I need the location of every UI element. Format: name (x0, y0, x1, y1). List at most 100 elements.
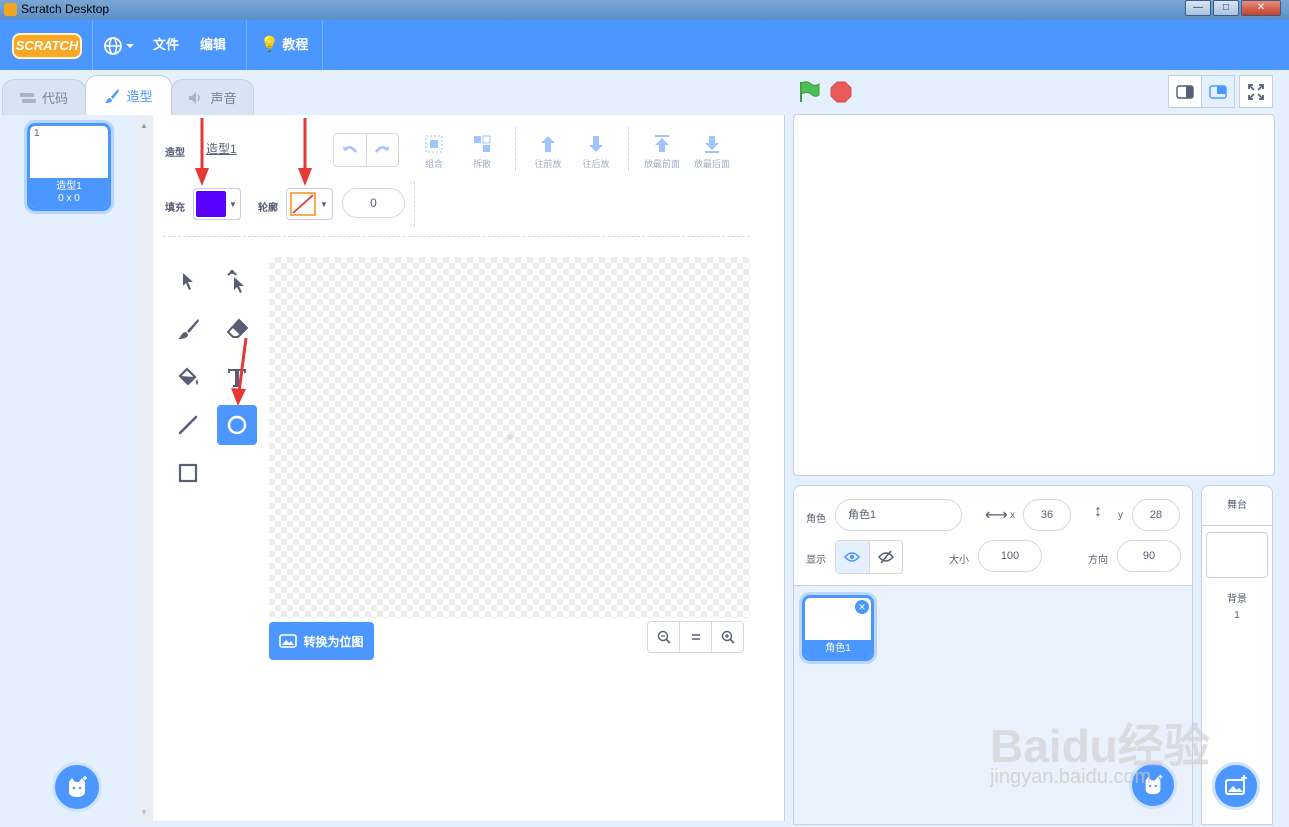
zoom-out-button[interactable] (648, 622, 680, 652)
sprite-info: 角色 角色1 ⟷ x 36 ↕ y 28 显示 大小 100 方向 90 (794, 486, 1192, 586)
costume-list-scrollbar[interactable]: ▲ ▼ (136, 115, 153, 821)
costume-name-label: 造型 (165, 148, 185, 159)
line-tool[interactable] (168, 405, 208, 445)
minimize-button[interactable]: — (1185, 0, 1211, 16)
paint-canvas[interactable] (269, 257, 750, 618)
y-label: y (1118, 510, 1123, 521)
code-blocks-icon (19, 92, 36, 103)
reshape-tool[interactable] (217, 261, 257, 301)
undo-button[interactable] (334, 134, 367, 166)
undo-redo-group (333, 133, 399, 167)
line-icon (178, 415, 198, 435)
costume-size: 0 x 0 (58, 193, 80, 204)
size-label: 大小 (949, 555, 969, 566)
arrow-down-icon (589, 136, 603, 152)
choose-sprite-button[interactable] (1129, 761, 1177, 809)
group-icon (425, 135, 443, 153)
fill-color-swatch (196, 191, 226, 217)
convert-label: 转换为位图 (303, 634, 364, 649)
forward-button[interactable]: 往前放 (531, 133, 565, 170)
tutorials-label: 教程 (282, 37, 309, 52)
zoom-in-icon (721, 630, 735, 644)
tab-costumes-label: 造型 (126, 89, 153, 104)
paint-bucket-icon (178, 367, 198, 386)
size-input[interactable]: 100 (978, 540, 1042, 572)
edit-menu[interactable]: 编辑 (200, 20, 226, 70)
sprite-name-input[interactable]: 角色1 (835, 499, 962, 531)
brush-tool[interactable] (168, 309, 208, 349)
sprite-pane: 角色 角色1 ⟷ x 36 ↕ y 28 显示 大小 100 方向 90 ✕ 角… (793, 485, 1193, 825)
backdrop-count: 1 (1234, 610, 1240, 621)
green-flag-icon (800, 81, 820, 102)
normal-stage-button[interactable] (1201, 75, 1235, 108)
backward-button[interactable]: 往后放 (579, 133, 613, 170)
ungroup-button[interactable]: 拆散 (467, 133, 497, 170)
x-input[interactable]: 36 (1023, 499, 1071, 531)
fill-tool[interactable] (168, 357, 208, 397)
tab-sounds-label: 声音 (210, 91, 237, 106)
back-button[interactable]: 放最后面 (691, 133, 733, 170)
fullscreen-button[interactable] (1239, 75, 1273, 108)
delete-sprite-icon[interactable]: ✕ (855, 600, 869, 614)
green-flag-button[interactable] (797, 80, 821, 104)
language-menu[interactable] (103, 20, 135, 70)
sprite-name-label: 角色 (806, 514, 826, 525)
redo-icon (375, 146, 390, 153)
zoom-reset-button[interactable] (680, 622, 712, 652)
fill-color-picker[interactable]: ▼ (193, 188, 241, 220)
tutorials-menu[interactable]: 💡 教程 (260, 20, 308, 70)
small-stage-icon (1176, 84, 1194, 99)
hide-sprite-button[interactable] (870, 541, 903, 573)
maximize-button[interactable]: □ (1213, 0, 1239, 16)
small-stage-button[interactable] (1168, 75, 1202, 108)
file-menu[interactable]: 文件 (153, 20, 179, 70)
y-input[interactable]: 28 (1132, 499, 1180, 531)
sprite-item[interactable]: ✕ 角色1 (802, 595, 874, 661)
choose-backdrop-button[interactable] (1212, 762, 1260, 810)
tab-sounds[interactable]: 声音 (171, 79, 254, 115)
group-button[interactable]: 组合 (419, 133, 449, 170)
sprite-item-name: 角色1 (805, 640, 871, 658)
backdrops-label: 背景 (1227, 594, 1247, 605)
menubar: SCRATCH 文件 编辑 💡 教程 (0, 20, 1289, 70)
outline-color-picker[interactable]: ▼ (286, 188, 333, 220)
outline-label: 轮廓 (258, 203, 278, 214)
image-icon (279, 634, 298, 648)
back-label: 放最后面 (693, 159, 730, 169)
select-tool[interactable] (168, 261, 208, 301)
ungroup-label: 拆散 (472, 159, 491, 169)
stage-canvas[interactable] (793, 114, 1275, 476)
reshape-icon (227, 270, 244, 293)
front-button[interactable]: 放最前面 (641, 133, 683, 170)
annotation-arrow-circle (231, 338, 248, 406)
show-label: 显示 (806, 555, 826, 566)
zoom-in-button[interactable] (712, 622, 743, 652)
redo-button[interactable] (367, 134, 399, 166)
outline-width-input[interactable]: 0 (342, 188, 405, 218)
stop-sign-icon (830, 81, 852, 103)
rectangle-tool[interactable] (168, 453, 208, 493)
tab-code[interactable]: 代码 (2, 79, 86, 115)
circle-tool[interactable] (217, 405, 257, 445)
tab-costumes[interactable]: 造型 (85, 75, 172, 115)
direction-input[interactable]: 90 (1117, 540, 1181, 572)
stage-thumbnail (1206, 532, 1268, 578)
zoom-controls (647, 621, 744, 653)
brush-icon (178, 319, 199, 339)
paint-editor: 造型 造型1 组合 拆散 往前放 往后放 放最前面 放最后面 填充 ▼ 轮廓 ▼… (153, 115, 785, 821)
stop-button[interactable] (829, 80, 853, 104)
costume-item[interactable]: 1 造型1 0 x 0 (27, 123, 111, 211)
arrow-top-icon (655, 135, 669, 152)
cat-add-icon (69, 776, 87, 797)
front-label: 放最前面 (643, 159, 680, 169)
square-icon (178, 463, 198, 483)
convert-to-bitmap-button[interactable]: 转换为位图 (269, 622, 374, 660)
choose-costume-button[interactable] (52, 762, 102, 812)
arrow-cursor-icon (183, 273, 193, 290)
show-sprite-button[interactable] (836, 541, 870, 573)
equals-icon (691, 634, 700, 640)
scratch-logo[interactable]: SCRATCH (12, 33, 82, 59)
stage-title: 舞台 (1202, 486, 1272, 526)
close-button[interactable]: ✕ (1241, 0, 1281, 16)
canvas-center-marker (507, 434, 513, 440)
